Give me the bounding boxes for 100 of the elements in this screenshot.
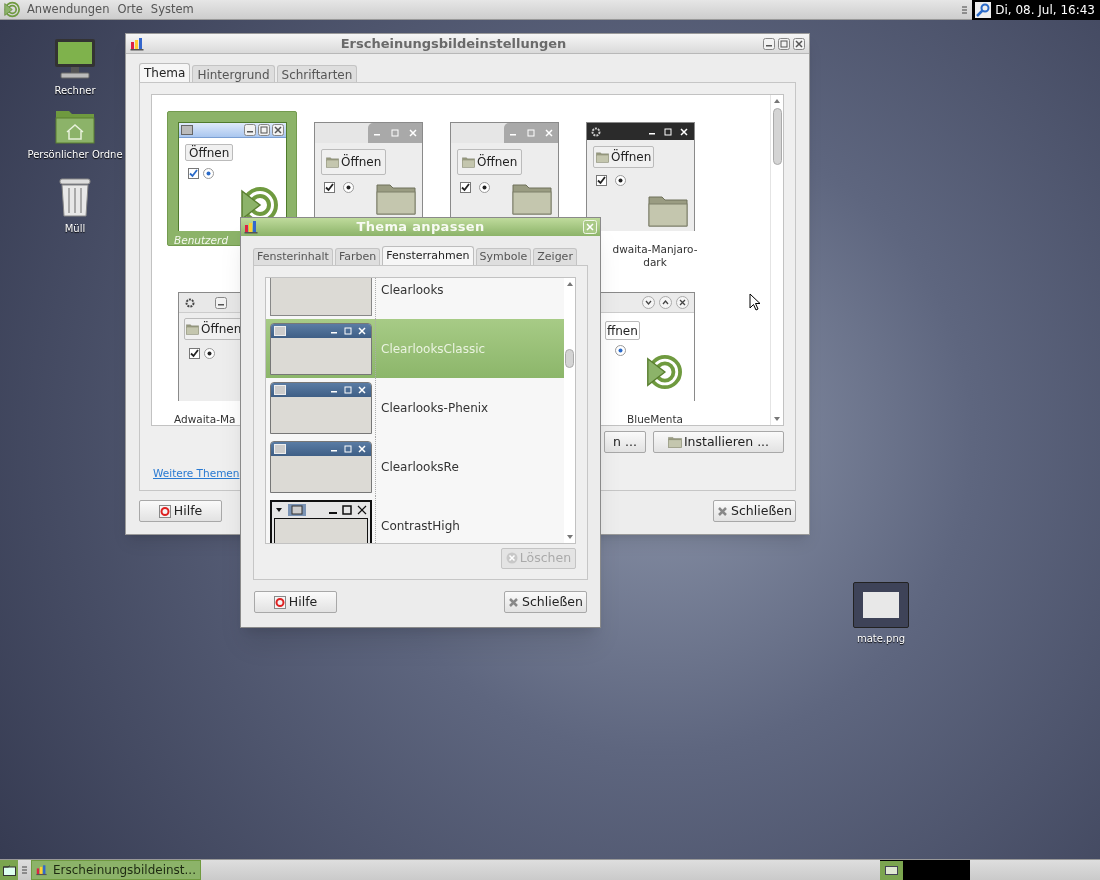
window-icon [181, 125, 193, 135]
selected-theme-highlight[interactable]: Öffnen Benutzerd [167, 111, 297, 246]
scroll-down-icon[interactable] [773, 415, 781, 423]
theme-name: BlueMenta [626, 413, 684, 425]
scrollbar-thumb[interactable] [772, 108, 782, 165]
show-desktop-icon[interactable] [2, 864, 16, 876]
desktop-icon-label[interactable]: mate.png [856, 631, 906, 646]
help-button[interactable]: Hilfe [254, 591, 337, 613]
close-icon [508, 596, 520, 608]
preview-button: Öffnen [593, 146, 655, 168]
frame-name: Clearlooks-Phenix [381, 399, 489, 417]
checkbox-icon [596, 175, 607, 186]
tab[interactable]: Fensterrahmen [382, 246, 474, 265]
frame-row[interactable]: Clearlooks [266, 278, 564, 319]
help-button[interactable]: Hilfe [139, 500, 222, 522]
radio-icon [204, 348, 215, 359]
preview-button: Öffnen [321, 149, 387, 175]
install-button[interactable]: Installieren ... [653, 431, 784, 453]
folder-icon [326, 156, 339, 168]
close-icon[interactable] [356, 443, 368, 455]
task-button[interactable]: Erscheinungsbildeinst... [31, 860, 201, 880]
tab[interactable]: Thema [139, 63, 191, 82]
maximize-icon[interactable] [342, 325, 354, 337]
desktop-icon-label[interactable]: Müll [64, 221, 86, 236]
maximize-icon[interactable] [778, 37, 790, 50]
close-button[interactable]: Schließen [504, 591, 587, 613]
theme-preview[interactable]: Öffnen [178, 122, 287, 231]
close-icon[interactable] [356, 384, 368, 396]
close-icon[interactable] [793, 37, 805, 50]
close-icon[interactable] [272, 124, 284, 136]
minimize-icon[interactable] [244, 124, 256, 136]
maximize-icon [342, 505, 352, 515]
dropdown-icon [275, 506, 283, 514]
scroll-down-icon[interactable] [565, 533, 574, 541]
mate-logo-icon [644, 353, 682, 391]
tab[interactable]: Farben [334, 248, 381, 265]
frame-name: ContrastHigh [381, 517, 460, 535]
checkbox-icon [460, 182, 471, 193]
radio-icon [615, 175, 626, 186]
maximize-icon[interactable] [662, 125, 674, 138]
tab[interactable]: Zeiger [533, 248, 577, 265]
menu-item[interactable]: Anwendungen [23, 0, 114, 19]
mate-menu-icon [3, 1, 20, 18]
checkbox-icon [189, 348, 200, 359]
handle-icon[interactable] [22, 864, 27, 876]
mouse-cursor-icon [749, 293, 761, 311]
theme-preview[interactable]: Öffnen [586, 122, 695, 231]
search-icon[interactable] [975, 1, 992, 18]
clock[interactable]: Di, 08. Jul, 16:43 [995, 0, 1095, 19]
menu-item[interactable]: Orte [113, 0, 147, 19]
desktop-icon-label[interactable]: Rechner [54, 83, 96, 98]
tab[interactable]: Hintergrund [192, 65, 275, 82]
scrollbar-thumb[interactable] [565, 349, 574, 368]
desktop-icon-label[interactable]: Persönlicher Ordne [27, 147, 123, 162]
frame-row[interactable]: Clearlooks-Phenix [266, 378, 564, 437]
close-icon [357, 505, 367, 515]
close-button[interactable]: Schließen [713, 500, 796, 522]
folder-icon [648, 193, 688, 227]
close-icon[interactable] [678, 125, 690, 138]
close-icon [676, 296, 689, 309]
window-icon [274, 385, 286, 395]
scroll-up-icon[interactable] [565, 280, 574, 288]
close-icon[interactable] [356, 325, 368, 337]
more-themes-link[interactable]: Weitere Themen [153, 466, 240, 482]
folder-icon [512, 181, 552, 215]
scrollbar[interactable] [770, 95, 783, 425]
checkbox-icon [324, 182, 335, 193]
frame-name: ClearlooksClassic [381, 340, 486, 358]
radio-icon [615, 345, 626, 356]
preview-button: Öffnen [457, 149, 523, 175]
minimize-icon [329, 512, 337, 514]
tab[interactable]: Schriftarten [276, 65, 358, 82]
chevron-up-icon [659, 296, 672, 309]
maximize-icon[interactable] [258, 124, 270, 136]
scroll-up-icon[interactable] [773, 97, 781, 105]
tab[interactable]: Symbole [475, 248, 532, 265]
window-icon [274, 326, 286, 336]
handle-icon[interactable] [962, 3, 968, 16]
lifebuoy-icon [273, 595, 286, 609]
frame-row[interactable]: ClearlooksRe [266, 437, 564, 496]
tab[interactable]: Fensterinhalt [253, 248, 333, 265]
folder-icon [667, 436, 682, 448]
workspace-switcher[interactable] [880, 859, 970, 880]
frame-name: Clearlooks [381, 281, 444, 299]
folder-icon [462, 156, 475, 168]
theme-name: dwaita-Manjaro-dark [611, 243, 699, 269]
maximize-icon[interactable] [342, 384, 354, 396]
theme-name: Benutzerd [174, 234, 229, 247]
trash-icon [58, 176, 92, 218]
window-title: Erscheinungsbildeinstellungen [339, 34, 568, 53]
lifebuoy-icon [158, 504, 171, 518]
minimize-icon[interactable] [763, 37, 775, 50]
radio-icon [479, 182, 490, 193]
clear-icon [505, 552, 518, 565]
menu-item[interactable]: System [146, 0, 198, 19]
minimize-icon[interactable] [215, 296, 227, 309]
window-icon [288, 504, 306, 516]
frame-row[interactable]: ContrastHigh [266, 496, 564, 543]
maximize-icon[interactable] [342, 443, 354, 455]
theme-action-button[interactable]: n ... [604, 431, 646, 453]
